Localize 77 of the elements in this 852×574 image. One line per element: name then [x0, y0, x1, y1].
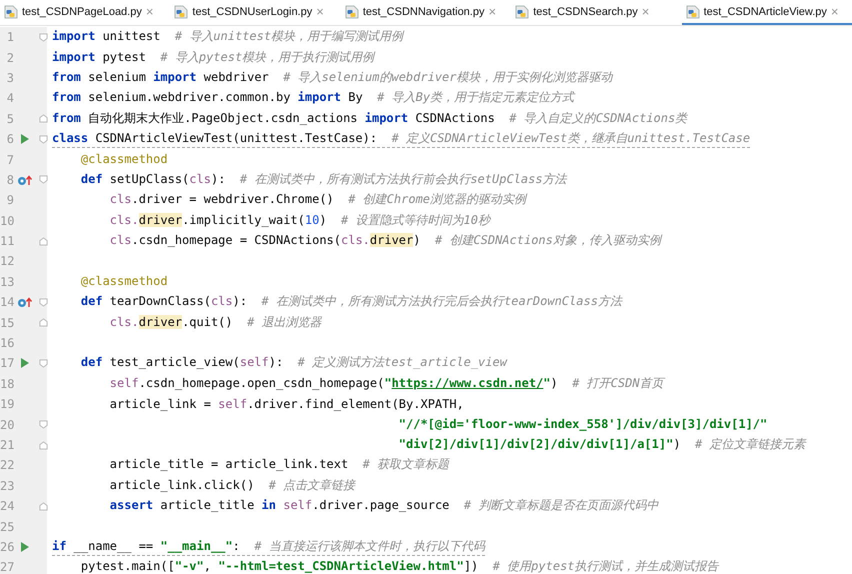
line-number: 20 [0, 418, 14, 432]
line-number: 7 [6, 152, 14, 167]
code-line: article_link = self.driver.find_element(By.XPATH, [108, 396, 464, 412]
editor-tab[interactable]: test_CSDNSearch.py × [511, 0, 682, 25]
code-line: cls.csdn_homepage = CSDNActions(cls.driver) # 创建CSDNActions对象，传入驱动实例 [108, 232, 661, 250]
editor-tab[interactable]: test_CSDNArticleView.py × [682, 0, 852, 25]
run-icon[interactable] [20, 133, 30, 146]
fold-marker-icon[interactable] [39, 420, 48, 430]
editor-tab[interactable]: test_CSDNUserLogin.py × [170, 0, 341, 25]
code-line: from 自动化期末大作业.PageObject.csdn_actions import CSDNActions # 导入自定义的CSDNActions类 [52, 110, 688, 127]
line-number: 19 [0, 397, 14, 412]
code-line: from selenium import webdriver # 导入selenium的webdriver模块，用于实例化浏览器驱动 [52, 68, 612, 86]
line-number: 10 [0, 214, 14, 228]
line-number: 26 [0, 540, 14, 554]
line-number: 5 [6, 112, 14, 126]
code-line: @classmethod [80, 274, 168, 290]
line-number: 2 [6, 50, 14, 65]
line-number: 24 [0, 499, 14, 514]
line-number: 15 [0, 316, 14, 330]
code-line: def setUpClass(cls): # 在测试类中，所有测试方法执行前会执行setUpClass方法 [80, 170, 567, 188]
fold-marker-icon[interactable] [39, 358, 48, 368]
line-number: 3 [6, 70, 14, 85]
code-line: if __name__ == "__main__": # 当直接运行该脚本文件时，执行以下代码 [52, 538, 485, 556]
code-line: "//*[@id='floor-www-index_558']/div/div[3]/div[1]/" [398, 417, 768, 432]
code-line: from selenium.webdriver.common.by import By # 导入By类，用于指定元素定位方式 [52, 89, 574, 106]
code-line: @classmethod [80, 152, 168, 168]
line-number: 13 [0, 274, 14, 289]
code-line: self.csdn_homepage.open_csdn_homepage("https://www.csdn.net/") # 打开CSDN首页 [108, 374, 664, 392]
code-line: assert article_title in self.driver.page_source # 判断文章标题是否在页面源代码中 [108, 497, 658, 514]
code-line: def tearDownClass(cls): # 在测试类中，所有测试方法执行完后会执行tearDownClass方法 [80, 293, 622, 310]
line-number: 11 [0, 234, 14, 248]
line-number: 14 [0, 295, 14, 310]
code-line: import pytest # 导入pytest模块，用于执行测试用例 [52, 48, 374, 66]
fold-marker-icon[interactable] [39, 502, 48, 511]
fold-marker-icon[interactable] [39, 134, 48, 144]
code-line: "div[2]/div[1]/div[2]/div/div[1]/a[1]") # 定位文章链接元素 [398, 436, 806, 453]
line-number: 27 [0, 560, 14, 574]
line-number: 17 [0, 356, 14, 370]
code-line: cls.driver.implicitly_wait(10) # 设置隐式等待时间为10秒 [108, 212, 490, 229]
code-line: class CSDNArticleViewTest(unittest.TestCase): # 定义CSDNArticleViewTest类，继承自unittest.TestCase [52, 130, 750, 148]
line-number: 18 [0, 376, 14, 391]
file-icon [515, 4, 530, 18]
code-line: pytest.main(["-v", "--html=test_CSDNArticleView.html"]) # 使用pytest执行测试，并生成测试报告 [80, 558, 719, 574]
fold-marker-icon[interactable] [39, 32, 48, 42]
line-number: 22 [0, 458, 14, 472]
line-number: 8 [6, 172, 14, 187]
file-icon [4, 4, 18, 18]
fold-marker-icon[interactable] [39, 298, 48, 307]
line-number: 1 [6, 30, 14, 44]
circle-arrow-icon[interactable] [17, 174, 33, 186]
file-icon [344, 4, 359, 18]
code-line: article_link.click() # 点击文章链接 [108, 476, 356, 494]
fold-marker-icon[interactable] [39, 440, 48, 450]
line-number: 12 [0, 254, 14, 268]
editor-tab[interactable]: test_CSDNPageLoad.py × [0, 0, 170, 25]
fold-marker-icon[interactable] [39, 318, 48, 328]
line-number: 6 [6, 132, 14, 146]
line-number: 25 [0, 520, 14, 534]
code-line: cls.driver.quit() # 退出浏览器 [108, 314, 322, 331]
code-line: article_title = article_link.text # 获取文章标题 [108, 456, 450, 474]
circle-arrow-icon[interactable] [17, 296, 33, 308]
fold-marker-icon[interactable] [39, 175, 48, 184]
file-icon [686, 4, 700, 18]
code-line: cls.driver = webdriver.Chrome() # 创建Chrome浏览器的驱动实例 [108, 191, 526, 208]
run-icon[interactable] [20, 357, 30, 370]
run-icon[interactable] [20, 540, 30, 553]
code-line: def test_article_view(self): # 定义测试方法test_article_view [80, 354, 507, 372]
line-number: 9 [6, 193, 14, 208]
file-icon [174, 4, 188, 18]
fold-marker-icon[interactable] [39, 114, 48, 124]
fold-marker-icon[interactable] [39, 236, 48, 246]
line-number: 16 [0, 336, 14, 350]
editor-tab[interactable]: test_CSDNNavigation.py × [340, 0, 512, 25]
code-line: import unittest # 导入unittest模块，用于编写测试用例 [52, 28, 404, 46]
line-number: 21 [0, 438, 14, 452]
line-number: 23 [0, 478, 14, 493]
line-number: 4 [6, 91, 14, 106]
